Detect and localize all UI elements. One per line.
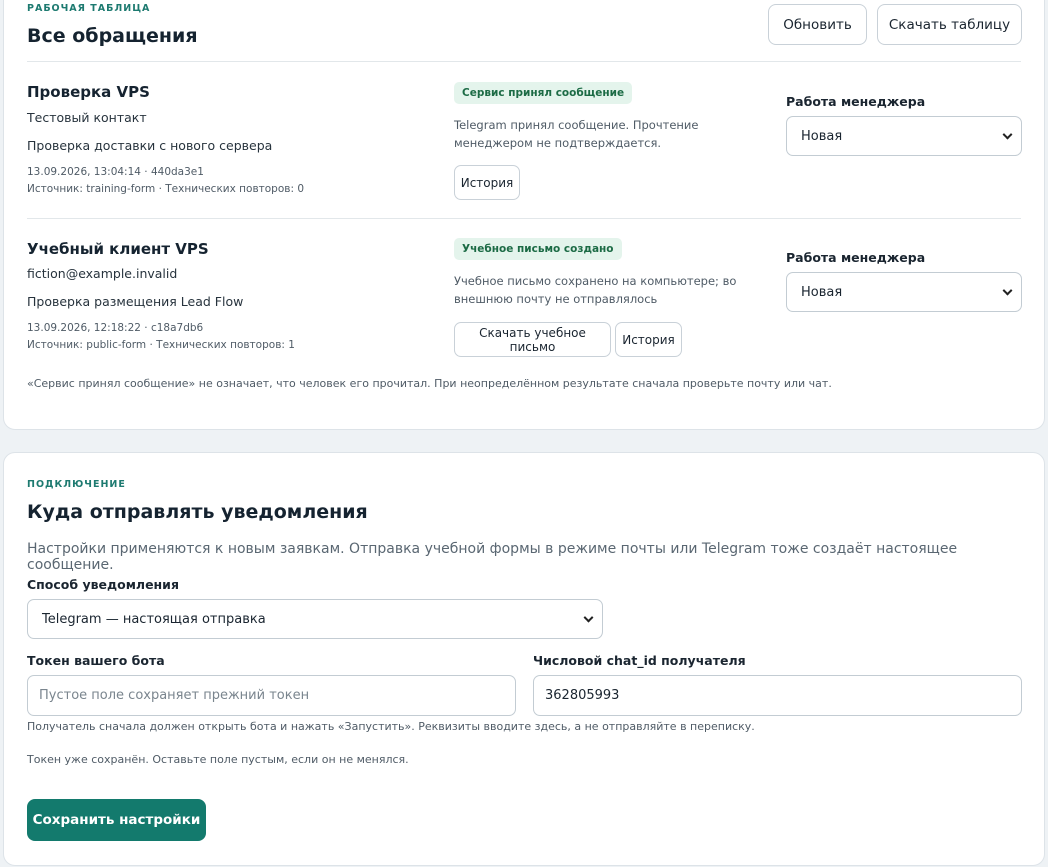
lead-message: Проверка доставки с нового сервера [27, 138, 273, 153]
worktable-card: РАБОЧАЯ ТАБЛИЦА Все обращения Обновить С… [3, 0, 1045, 430]
bot-token-input[interactable] [27, 675, 516, 716]
chat-id-label: Числовой chat_id получателя [533, 653, 746, 668]
page-title: Все обращения [27, 25, 198, 47]
lead-meta-source: Источник: public-form · Технических повт… [27, 339, 295, 351]
chevron-down-icon [1002, 129, 1013, 140]
refresh-button[interactable]: Обновить [768, 4, 867, 45]
connection-description: Настройки применяются к новым заявкам. О… [27, 541, 958, 573]
chevron-down-icon [1002, 285, 1013, 296]
method-label: Способ уведомления [27, 577, 179, 592]
lead-name: Учебный клиент VPS [27, 240, 209, 258]
status-badge: Сервис принял сообщение [454, 82, 633, 104]
lead-name: Проверка VPS [27, 83, 150, 101]
row-divider [27, 218, 1021, 219]
connection-title: Куда отправлять уведомления [27, 501, 368, 523]
manager-status-select[interactable]: Новая [786, 272, 1022, 312]
header-divider [27, 61, 1021, 62]
connection-eyebrow: ПОДКЛЮЧЕНИЕ [27, 479, 126, 490]
manager-status-value: Новая [801, 284, 843, 300]
history-button[interactable]: История [454, 165, 520, 200]
worktable-eyebrow: РАБОЧАЯ ТАБЛИЦА [27, 3, 151, 14]
notification-method-value: Telegram — настоящая отправка [42, 611, 266, 627]
download-letter-button[interactable]: Скачать учебное письмо [454, 322, 611, 357]
token-saved-note: Токен уже сохранён. Оставьте поле пустым… [27, 753, 409, 766]
status-description: Учебное письмо сохранено на компьютере; … [454, 274, 737, 306]
lead-meta-source: Источник: training-form · Технических по… [27, 183, 305, 195]
manager-status-select[interactable]: Новая [786, 116, 1022, 156]
manager-work-label: Работа менеджера [786, 94, 926, 109]
connection-card: ПОДКЛЮЧЕНИЕ Куда отправлять уведомления … [3, 452, 1045, 866]
notification-method-select[interactable]: Telegram — настоящая отправка [27, 599, 603, 639]
lead-meta-time: 13.09.2026, 13:04:14 · 440da3e1 [27, 166, 204, 178]
chevron-down-icon [583, 612, 594, 623]
delivery-footnote: «Сервис принял сообщение» не означает, ч… [27, 377, 832, 390]
manager-status-value: Новая [801, 128, 843, 144]
manager-work-label: Работа менеджера [786, 250, 926, 265]
status-description: Telegram принял сообщение. Прочтение мен… [454, 118, 699, 150]
recipient-hint: Получатель сначала должен открыть бота и… [27, 720, 755, 733]
lead-meta-time: 13.09.2026, 12:18:22 · c18a7db6 [27, 322, 204, 334]
lead-contact: Тестовый контакт [27, 110, 147, 125]
save-settings-button[interactable]: Сохранить настройки [27, 799, 206, 841]
download-table-button[interactable]: Скачать таблицу [877, 4, 1022, 45]
lead-contact: fiction@example.invalid [27, 266, 178, 281]
history-button[interactable]: История [615, 322, 682, 357]
lead-message: Проверка размещения Lead Flow [27, 294, 244, 309]
chat-id-input[interactable] [533, 675, 1022, 716]
token-label: Токен вашего бота [27, 653, 165, 668]
status-badge: Учебное письмо создано [454, 238, 622, 260]
